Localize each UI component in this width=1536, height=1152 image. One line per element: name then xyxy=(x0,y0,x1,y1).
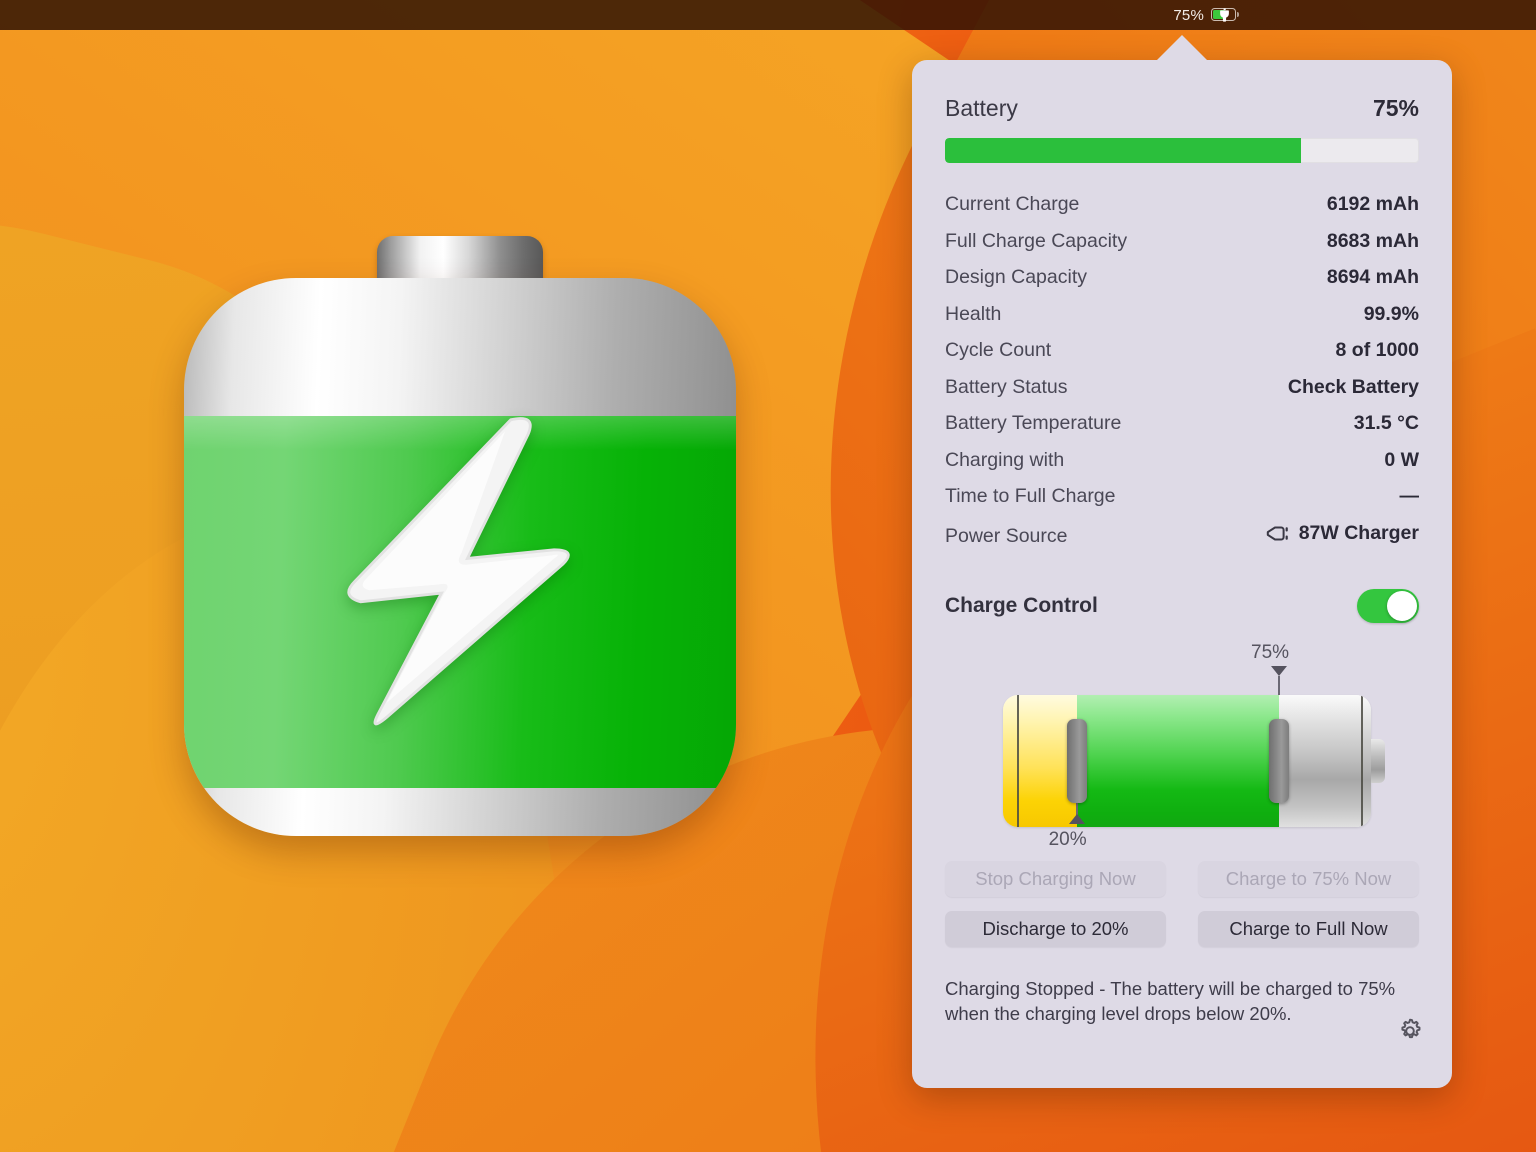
battery-graphic-terminal xyxy=(1371,739,1385,783)
stat-value-text: Check Battery xyxy=(1287,375,1419,398)
menu-bar: 75% xyxy=(0,0,1536,30)
stat-label: Current Charge xyxy=(945,193,1080,215)
stat-value: 6192 mAh xyxy=(1327,193,1419,216)
slider-edge-left xyxy=(1017,695,1019,827)
slider-zone-high xyxy=(1279,695,1371,827)
action-button-stop-charging-now: Stop Charging Now xyxy=(945,861,1166,897)
action-button-charge-to-full-now[interactable]: Charge to Full Now xyxy=(1198,911,1419,947)
menu-bar-status-area[interactable]: 75% xyxy=(1173,7,1240,24)
stat-value-text: — xyxy=(1399,485,1420,507)
stat-label: Full Charge Capacity xyxy=(945,229,1128,252)
stat-value-text: 6192 mAh xyxy=(1326,193,1419,215)
stat-value-text: 31.5 °C xyxy=(1353,412,1419,434)
lower-limit-label: 20% xyxy=(1048,829,1087,850)
stat-value-text: 87W Charger xyxy=(1298,521,1419,544)
stat-value: 8683 mAh xyxy=(1327,230,1419,253)
stat-label: Health xyxy=(945,302,1002,325)
lower-limit-handle[interactable] xyxy=(1066,719,1087,803)
charge-action-buttons: Stop Charging Now Charge to 75% Now Discha… xyxy=(945,861,1419,947)
battery-charging-icon[interactable] xyxy=(1211,7,1240,22)
popover-arrow xyxy=(1155,35,1209,62)
stat-label: Design Capacity xyxy=(945,266,1087,288)
stat-row: Charging with 0 W xyxy=(945,449,1419,486)
stat-value: 99.9% xyxy=(1364,303,1419,326)
stat-row: Current Charge 6192 mAh xyxy=(945,193,1419,230)
battery-level-bar-fill xyxy=(945,138,1301,163)
stat-value: 8 of 1000 xyxy=(1336,339,1419,362)
stat-label: Battery Temperature xyxy=(945,412,1122,434)
battery-header-label: Battery xyxy=(945,95,1018,121)
upper-limit-handle[interactable] xyxy=(1269,719,1289,803)
stat-row: Cycle Count 8 of 1000 xyxy=(945,339,1419,376)
status-footer: Charging Stopped - The battery will be c… xyxy=(945,976,1421,1039)
stat-label: Time to Full Charge xyxy=(945,485,1116,507)
lower-limit-caret xyxy=(1068,814,1085,824)
lightning-bolt-icon xyxy=(347,417,570,726)
stat-row: Design Capacity 8694 mAh xyxy=(945,266,1419,303)
stat-label: Cycle Count xyxy=(945,339,1052,361)
charge-control-title: Charge Control xyxy=(945,594,1098,617)
battery-range-graphic xyxy=(1003,695,1371,827)
charge-range-slider[interactable]: 75% 20% xyxy=(945,638,1419,853)
menubar-battery-percent: 75% xyxy=(1173,6,1204,24)
charge-control-toggle[interactable] xyxy=(1357,589,1419,623)
stat-value: 31.5 °C xyxy=(1354,412,1419,435)
stat-value-text: 8694 mAh xyxy=(1326,266,1419,288)
stat-row: Battery Temperature 31.5 °C xyxy=(945,412,1419,449)
stat-value-text: 0 W xyxy=(1384,448,1419,471)
action-button-discharge-to-20[interactable]: Discharge to 20% xyxy=(945,911,1166,947)
stat-label: Battery Status xyxy=(945,375,1068,398)
battery-header-row: Battery 75% xyxy=(945,60,1419,122)
stat-label: Charging with xyxy=(945,448,1065,471)
battery-stats-list: Current Charge 6192 mAh Full Charge Capaci… xyxy=(945,193,1419,558)
stat-value: 0 W xyxy=(1384,449,1419,472)
desktop-background: 75% Battery 75% Current Charge 6192 mAh Fu… xyxy=(0,0,1536,1152)
settings-button[interactable] xyxy=(1393,1014,1427,1048)
stat-value-text: 99.9% xyxy=(1363,302,1419,325)
stat-row: Battery Status Check Battery xyxy=(945,376,1419,413)
stat-row: Health 99.9% xyxy=(945,303,1419,340)
slider-zone-target xyxy=(1076,695,1279,827)
gear-icon xyxy=(1401,1018,1421,1039)
charging-plug-icon xyxy=(1219,7,1229,22)
power-plug-icon xyxy=(1266,526,1288,540)
stat-value: 87W Charger xyxy=(1265,522,1419,545)
battery-app-icon xyxy=(180,236,740,838)
stat-value-text: 8683 mAh xyxy=(1326,229,1419,252)
slider-edge-right xyxy=(1361,695,1363,827)
battery-header-value: 75% xyxy=(1372,95,1419,121)
battery-popover-panel: Battery 75% Current Charge 6192 mAh Full C… xyxy=(912,60,1452,1088)
action-button-charge-to-75-now: Charge to 75% Now xyxy=(1198,861,1419,897)
battery-icon-nub xyxy=(1237,12,1240,18)
stat-row: Time to Full Charge — xyxy=(945,485,1419,522)
upper-limit-label: 75% xyxy=(1251,642,1290,663)
stat-label: Power Source xyxy=(945,524,1068,547)
stat-row: Power Source 87W Charger xyxy=(945,522,1419,559)
battery-level-bar xyxy=(945,138,1419,163)
stat-value: — xyxy=(1400,485,1420,508)
slider-zone-low xyxy=(1003,695,1077,827)
stat-value-text: 8 of 1000 xyxy=(1335,339,1419,361)
stat-value: Check Battery xyxy=(1288,376,1419,399)
stat-value: 8694 mAh xyxy=(1327,266,1419,289)
toggle-knob xyxy=(1387,591,1417,621)
charge-control-header: Charge Control xyxy=(945,586,1419,626)
charging-status-text: Charging Stopped - The battery will be c… xyxy=(945,978,1396,1024)
stat-row: Full Charge Capacity 8683 mAh xyxy=(945,230,1419,267)
upper-limit-caret xyxy=(1271,666,1287,676)
